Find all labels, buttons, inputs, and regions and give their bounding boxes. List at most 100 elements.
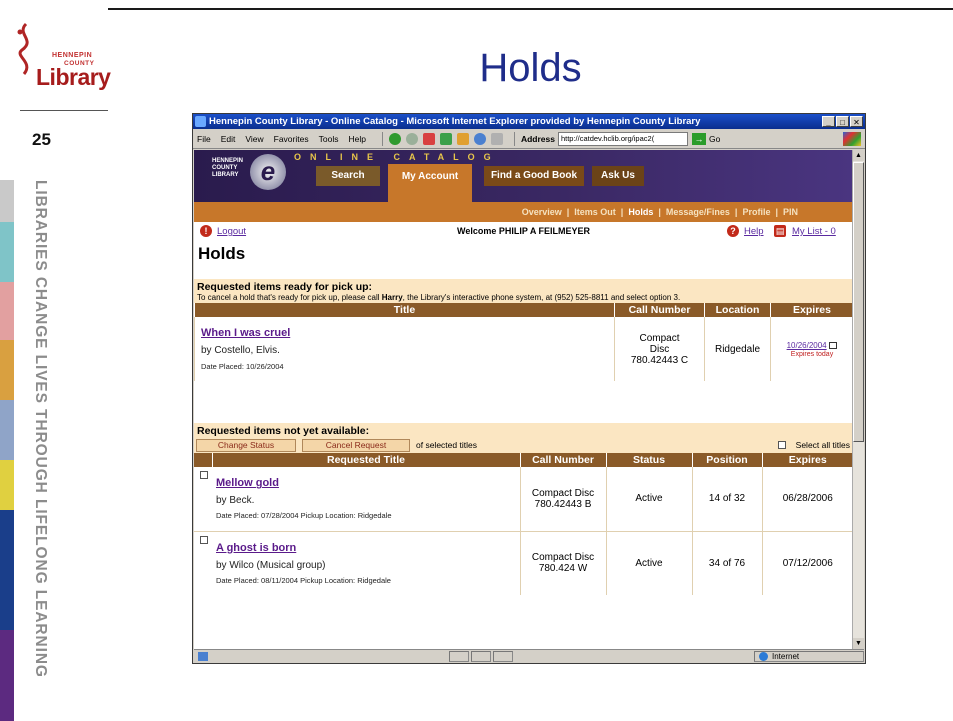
tab-find-a-good-book[interactable]: Find a Good Book bbox=[484, 166, 584, 186]
title-cell: When I was cruel by Costello, Elvis. Dat… bbox=[194, 317, 615, 381]
subnav-holds[interactable]: Holds bbox=[623, 207, 658, 217]
cancel-request-button[interactable]: Cancel Request bbox=[302, 438, 410, 452]
col-location[interactable]: Location bbox=[704, 303, 771, 317]
status-cell bbox=[493, 650, 513, 662]
scrollbar-thumb[interactable] bbox=[853, 162, 864, 442]
call-number-cell: Compact Disc 780.42443 C bbox=[614, 317, 705, 381]
ready-section-title: Requested items ready for pick up: bbox=[194, 279, 853, 293]
go-arrow-icon[interactable]: → bbox=[691, 132, 706, 145]
tab-my-account[interactable]: My Account bbox=[388, 164, 472, 202]
hold-title-link[interactable]: A ghost is born bbox=[216, 542, 516, 554]
slide-top-rule bbox=[108, 8, 953, 10]
site-logo-line: LIBRARY bbox=[212, 172, 239, 178]
strip-segment bbox=[0, 510, 14, 630]
calendar-icon[interactable] bbox=[829, 341, 838, 349]
window-title: Hennepin County Library - Online Catalog… bbox=[209, 116, 701, 127]
col-position[interactable]: Position bbox=[691, 453, 762, 467]
menu-file[interactable]: File bbox=[197, 134, 211, 144]
toolbar-separator bbox=[513, 131, 515, 146]
subnav-items-out[interactable]: Items Out bbox=[569, 207, 621, 217]
zone-label: Internet bbox=[772, 651, 800, 661]
stop-icon[interactable] bbox=[422, 132, 435, 145]
menu-help[interactable]: Help bbox=[348, 134, 365, 144]
col-call-number[interactable]: Call Number bbox=[614, 303, 705, 317]
change-status-button[interactable]: Change Status bbox=[196, 438, 296, 452]
help-link[interactable]: Help bbox=[744, 226, 764, 237]
call-number-line: Disc bbox=[649, 343, 670, 355]
maximize-icon[interactable]: □ bbox=[836, 116, 849, 127]
windows-logo-icon bbox=[843, 131, 861, 146]
col-expires[interactable]: Expires bbox=[761, 453, 853, 467]
menu-favorites[interactable]: Favorites bbox=[274, 134, 309, 144]
expires-date-link[interactable]: 10/26/2004 bbox=[787, 341, 827, 350]
call-number-line: Compact Disc bbox=[531, 552, 595, 564]
hold-author: by Costello, Elvis. bbox=[201, 345, 280, 356]
strip-segment bbox=[0, 222, 14, 282]
site-logo-line: COUNTY bbox=[212, 165, 238, 171]
subnav-pin[interactable]: PIN bbox=[778, 207, 803, 217]
call-number-cell: Compact Disc 780.424 W bbox=[519, 531, 606, 595]
hold-title-link[interactable]: Mellow gold bbox=[216, 477, 516, 489]
expires-cell: 10/26/2004 Expires today bbox=[770, 317, 853, 381]
row-checkbox[interactable] bbox=[200, 535, 208, 544]
go-button[interactable]: Go bbox=[709, 134, 720, 144]
subnav-overview[interactable]: Overview bbox=[517, 207, 567, 217]
ie-icon bbox=[195, 116, 206, 127]
refresh-icon[interactable] bbox=[439, 132, 452, 145]
slide-title: Holds bbox=[479, 46, 582, 90]
title-cell: Mellow gold by Beck. Date Placed: 07/28/… bbox=[212, 467, 520, 531]
slide: HENNEPIN COUNTY Library 25 LIBRARIES CHA… bbox=[0, 0, 953, 721]
address-bar[interactable]: http://catdev.hclib.org/ipac2( bbox=[557, 131, 688, 146]
back-icon[interactable] bbox=[388, 132, 401, 145]
pending-section-title: Requested items not yet available: bbox=[194, 423, 853, 437]
minimize-icon[interactable]: _ bbox=[822, 116, 835, 127]
hold-author: by Wilco (Musical group) bbox=[216, 559, 326, 571]
ready-section-note: To cancel a hold that's ready for pick u… bbox=[194, 293, 853, 303]
menu-edit[interactable]: Edit bbox=[221, 134, 236, 144]
help-icon[interactable]: ? bbox=[727, 225, 739, 237]
pending-actions: Change Status Cancel Request of selected… bbox=[194, 437, 853, 453]
home-icon[interactable] bbox=[456, 132, 469, 145]
my-list-link[interactable]: My List - 0 bbox=[792, 226, 836, 237]
my-list-icon[interactable]: ▤ bbox=[774, 225, 786, 237]
hold-title-link[interactable]: When I was cruel bbox=[201, 327, 608, 339]
page-heading: Holds bbox=[198, 244, 246, 263]
address-label: Address bbox=[520, 133, 555, 144]
menu-tools[interactable]: Tools bbox=[319, 134, 339, 144]
vertical-scrollbar[interactable]: ▲ ▼ bbox=[852, 150, 864, 649]
table-row: A ghost is born by Wilco (Musical group)… bbox=[194, 531, 853, 595]
expires-note: Expires today bbox=[790, 351, 834, 358]
col-title[interactable]: Title bbox=[194, 303, 615, 317]
col-requested-title[interactable]: Requested Title bbox=[211, 453, 520, 467]
print-icon[interactable] bbox=[490, 132, 503, 145]
search-icon[interactable] bbox=[473, 132, 486, 145]
ready-note-name: Harry bbox=[381, 293, 403, 302]
ready-table: Title Call Number Location Expires When … bbox=[194, 303, 853, 381]
scroll-up-icon[interactable]: ▲ bbox=[853, 150, 864, 161]
menu-view[interactable]: View bbox=[245, 134, 263, 144]
call-number-cell: Compact Disc 780.42443 B bbox=[519, 467, 606, 531]
subnav-profile[interactable]: Profile bbox=[737, 207, 775, 217]
col-status[interactable]: Status bbox=[605, 453, 692, 467]
browser-toolbar: File Edit View Favorites Tools Help Addr… bbox=[193, 129, 865, 149]
scroll-down-icon[interactable]: ▼ bbox=[853, 638, 864, 649]
logo-hennepin: HENNEPIN bbox=[52, 52, 93, 59]
status-cell: Active bbox=[605, 531, 692, 595]
browser-titlebar[interactable]: Hennepin County Library - Online Catalog… bbox=[193, 114, 865, 129]
strip-segment bbox=[0, 180, 14, 222]
pending-table-header: Requested Title Call Number Status Posit… bbox=[194, 453, 853, 467]
tab-search[interactable]: Search bbox=[316, 166, 380, 186]
col-call-number[interactable]: Call Number bbox=[519, 453, 606, 467]
row-select-cell bbox=[194, 531, 212, 595]
forward-icon[interactable] bbox=[405, 132, 418, 145]
row-checkbox[interactable] bbox=[200, 471, 208, 479]
toolbar-separator bbox=[381, 131, 383, 146]
sidebar-divider bbox=[20, 110, 108, 111]
strip-segment bbox=[0, 460, 14, 510]
col-expires[interactable]: Expires bbox=[770, 303, 853, 317]
browser-statusbar: Internet bbox=[194, 649, 864, 662]
tab-ask-us[interactable]: Ask Us bbox=[592, 166, 644, 186]
subnav-message-fines[interactable]: Message/Fines bbox=[661, 207, 735, 217]
close-icon[interactable]: ✕ bbox=[850, 116, 863, 127]
select-all-checkbox[interactable] bbox=[777, 441, 786, 449]
